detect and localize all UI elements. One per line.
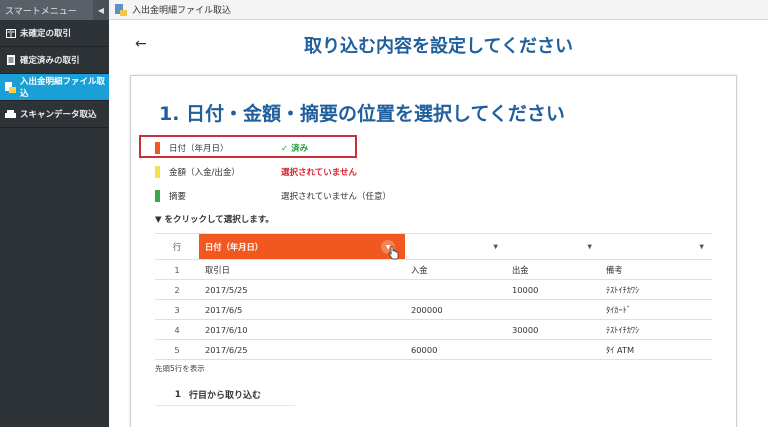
table-cell: 2017/6/25 [199,339,405,360]
row-number: 2 [155,279,199,300]
table-cell [405,319,506,340]
table-cell: ﾃｽﾄｲﾁｶﾜｼ [600,279,712,300]
sidebar-item-label: スキャンデータ取込 [20,110,97,120]
scanner-icon [5,109,16,119]
sidebar-item-scan[interactable]: スキャンデータ取込 [0,101,109,128]
top-header: 入出金明細ファイル取込 [109,0,768,20]
table-cell: 30000 [506,319,600,340]
table-cell: ﾀｲｶｰﾄﾞ [600,299,712,320]
table-cell: 出金 [506,259,600,280]
row-number: 3 [155,299,199,320]
table-row: 5 2017/6/25 60000 ﾀｲ ATM [155,339,712,360]
sidebar-item-label: 入出金明細ファイル取込 [20,77,106,99]
start-row-setting: 1 行目から取り込む [155,384,295,406]
legend-swatch [155,190,160,202]
chevron-left-icon[interactable]: ◀ [93,0,109,20]
legend-label: 摘要 [169,192,187,202]
smart-menu-title: スマートメニュー [5,6,77,17]
sidebar-item-unconfirmed[interactable]: 未確定の取引 [0,20,109,47]
table-cell [506,299,600,320]
row-number: 4 [155,319,199,340]
highlight-box [139,135,357,158]
column-dropdown-a[interactable]: 日付（年月日） ▼ [199,233,405,260]
chevron-down-icon[interactable]: ▼ [699,243,704,250]
chevron-down-icon[interactable]: ▼ [493,243,498,250]
back-arrow-icon[interactable]: ← [135,36,147,52]
column-selector-row: 行 日付（年月日） ▼ ▼ ▼ ▼ [155,233,712,260]
table-row: 2 2017/5/25 10000 ﾃｽﾄｲﾁｶﾜｼ [155,279,712,300]
table-cell: 2017/6/10 [199,319,405,340]
legend-label: 金額（入金/出金） [169,168,240,178]
sidebar: スマートメニュー ◀ 未確定の取引 確定済みの取引 入出金明細ファイル取込 スキ… [0,0,109,427]
table-cell: 2017/6/5 [199,299,405,320]
legend-item-amount: 金額（入金/出金） 選択されていません [153,160,391,184]
table-cell [506,339,600,360]
table-cell [405,279,506,300]
preview-note: 先頭5行を表示 [155,364,205,373]
sidebar-item-confirmed[interactable]: 確定済みの取引 [0,47,109,74]
table-row: 3 2017/6/5 200000 ﾀｲｶｰﾄﾞ [155,299,712,320]
document-icon [5,55,16,65]
legend-status: 選択されていません（任意） [281,192,391,202]
row-number: 5 [155,339,199,360]
hand-cursor-icon [388,246,399,260]
column-dropdown-label: 日付（年月日） [205,241,264,252]
table-cell: 2017/5/25 [199,279,405,300]
row-header: 行 [155,233,199,260]
table-cell: 入金 [405,259,506,280]
chevron-down-icon[interactable]: ▼ [587,243,592,250]
table-cell: 取引日 [199,259,405,280]
table-cell: 200000 [405,299,506,320]
row-number: 1 [155,259,199,280]
instruction-text: ▼ をクリックして選択します。 [155,215,274,225]
ledger-icon [5,28,16,38]
main-content: 取り込む内容を設定してください ← 1. 日付・金額・摘要の位置を選択してくださ… [109,20,768,427]
column-dropdown-b[interactable]: ▼ [405,233,506,260]
legend-status: 選択されていません [281,168,357,178]
sidebar-item-label: 未確定の取引 [20,29,72,39]
legend-swatch [155,166,160,178]
table-cell: 10000 [506,279,600,300]
legend-item-summary: 摘要 選択されていません（任意） [153,184,391,208]
step-title: 1. 日付・金額・摘要の位置を選択してください [159,103,565,125]
start-row-label: 行目から取り込む [189,391,262,401]
column-dropdown-d[interactable]: ▼ [600,233,712,260]
page-title: 取り込む内容を設定してください [304,36,573,57]
table-cell: 備考 [600,259,712,280]
sidebar-item-label: 確定済みの取引 [20,56,80,66]
table-cell: ﾃｽﾄｲﾁｶﾜｼ [600,319,712,340]
preview-table: 行 日付（年月日） ▼ ▼ ▼ ▼ 1 取引日 入金 出金 備考 2 2017/… [155,233,712,360]
table-cell: 60000 [405,339,506,360]
column-dropdown-c[interactable]: ▼ [506,233,600,260]
file-import-icon [115,3,127,16]
settings-card: 1. 日付・金額・摘要の位置を選択してください 日付（年月日） ✓ 済み 金額（… [130,75,737,427]
sidebar-header: スマートメニュー ◀ [0,0,109,20]
header-title: 入出金明細ファイル取込 [132,6,232,16]
table-row: 1 取引日 入金 出金 備考 [155,259,712,280]
table-row: 4 2017/6/10 30000 ﾃｽﾄｲﾁｶﾜｼ [155,319,712,340]
sidebar-item-file-import[interactable]: 入出金明細ファイル取込 [0,74,109,101]
file-import-icon [5,81,16,93]
start-row-input[interactable]: 1 [155,390,189,400]
table-cell: ﾀｲ ATM [600,339,712,360]
